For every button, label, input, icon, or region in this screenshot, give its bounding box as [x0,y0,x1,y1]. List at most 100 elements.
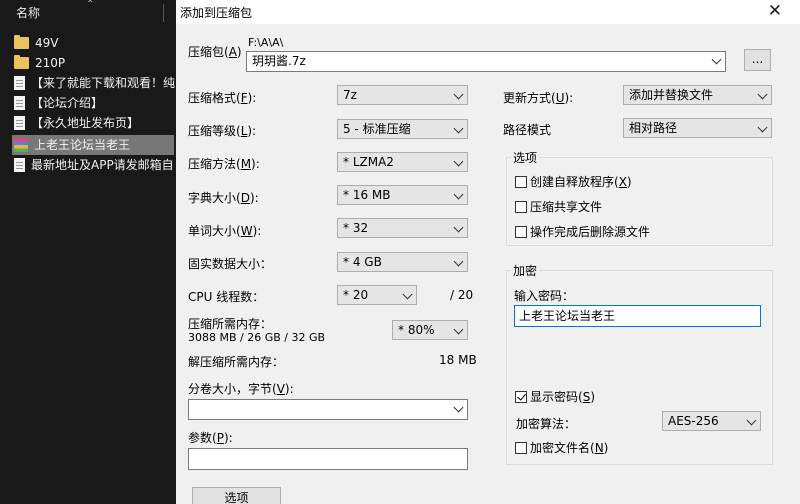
file-item[interactable]: 210P [14,53,176,73]
parameters-label: 参数(P): [188,431,233,445]
format-value: 7z [343,88,357,102]
checkbox-icon [515,442,527,454]
update-mode-value: 添加并替换文件 [629,88,714,102]
file-item-selected[interactable]: 上老王论坛当老王 [12,135,174,155]
checkbox-checked-icon [515,391,527,403]
options-group-title: 选项 [511,149,540,166]
word-size-select[interactable]: * 32 [337,218,468,238]
add-to-archive-dialog: 添加到压缩包 ✕ 压缩包(A) F:\A\A\ 玥玥酱.7z ... 压缩格式(… [176,0,800,504]
compress-shared-files-checkbox[interactable]: 压缩共享文件 [515,200,602,214]
close-icon[interactable]: ✕ [768,1,782,21]
chevron-down-icon [757,89,768,100]
file-item-label: 49V [35,36,59,50]
path-mode-label: 路径模式 [503,123,552,137]
checkbox-icon [515,176,527,188]
decompress-memory-value: 18 MB [439,353,477,367]
file-explorer-pane: 名称 ⌃ 49V 210P 【来了就能下载和观看！纯 【论坛介绍】 【永久地址发… [0,0,176,504]
parameters-input[interactable] [188,448,468,470]
chevron-down-icon [453,222,464,233]
cpu-threads-value: * 20 [343,288,369,302]
encrypt-file-names-checkbox[interactable]: 加密文件名(N) [515,441,608,455]
memory-usage-select[interactable]: * 80% [392,320,468,340]
memory-detail: 3088 MB / 26 GB / 32 GB [188,331,326,344]
file-item[interactable]: 【永久地址发布页】 [14,113,176,133]
file-item[interactable]: 最新地址及APP请发邮箱自 [14,155,176,175]
solid-block-size-value: * 4 GB [343,255,382,269]
chevron-down-icon [453,123,464,134]
chevron-down-icon [746,415,757,426]
chevron-down-icon [453,189,464,200]
options-button[interactable]: 选项 [192,487,281,504]
word-size-label: 单词大小(W): [188,224,262,238]
archive-label: 压缩包(A) [188,45,242,59]
word-size-value: * 32 [343,221,369,235]
chevron-down-icon [711,54,722,65]
delete-after-compression-checkbox[interactable]: 操作完成后删除源文件 [515,225,650,239]
name-column-header[interactable]: 名称 ⌃ [0,0,176,26]
encryption-group-title: 加密 [511,262,540,279]
update-mode-label: 更新方式(U): [503,91,574,105]
volume-size-label: 分卷大小，字节(V): [188,382,294,396]
file-item[interactable]: 49V [14,33,176,53]
rar-archive-icon [14,137,28,152]
chevron-down-icon [453,89,464,100]
format-label: 压缩格式(F): [188,91,257,105]
file-item-label: 最新地址及APP请发邮箱自 [31,158,174,172]
password-label: 输入密码： [514,289,575,303]
document-icon [14,75,25,90]
cpu-threads-label: CPU 线程数： [188,290,265,304]
chevron-down-icon [402,289,413,300]
dialog-title: 添加到压缩包 [180,6,253,20]
dialog-titlebar: 添加到压缩包 ✕ [176,0,800,24]
archive-name-combobox[interactable]: 玥玥酱.7z [246,51,726,72]
solid-block-size-label: 固实数据大小： [188,257,273,271]
dictionary-size-select[interactable]: * 16 MB [337,185,468,205]
level-select[interactable]: 5 - 标准压缩 [337,119,468,139]
browse-button[interactable]: ... [744,49,771,71]
document-icon [14,157,25,172]
document-icon [14,95,25,110]
checkbox-icon [515,226,527,238]
encryption-method-value: AES-256 [668,414,719,428]
show-password-checkbox[interactable]: 显示密码(S) [515,390,595,404]
path-mode-select[interactable]: 相对路径 [623,118,772,138]
memory-usage-value: * 80% [398,323,435,337]
cpu-threads-max: / 20 [450,288,474,302]
level-label: 压缩等级(L): [188,124,257,138]
document-icon [14,115,25,130]
solid-block-size-select[interactable]: * 4 GB [337,252,468,272]
method-select[interactable]: * LZMA2 [337,152,468,172]
file-item-label: 【永久地址发布页】 [31,116,140,130]
chevron-down-icon [453,256,464,267]
format-select[interactable]: 7z [337,85,468,105]
folder-icon [14,54,29,69]
path-mode-value: 相对路径 [629,121,678,135]
file-item[interactable]: 【论坛介绍】 [14,93,176,113]
chevron-down-icon [757,122,768,133]
file-item[interactable]: 【来了就能下载和观看！纯 [14,73,176,93]
decompress-memory-label: 解压缩所需内存： [188,355,285,369]
update-mode-select[interactable]: 添加并替换文件 [623,85,772,105]
file-item-label: 上老王论坛当老王 [34,138,131,152]
chevron-down-icon [453,324,464,335]
file-item-label: 【来了就能下载和观看！纯 [31,76,176,90]
column-header-label: 名称 [16,6,41,20]
dictionary-size-value: * 16 MB [343,188,391,202]
encryption-method-label: 加密算法： [516,417,577,431]
chevron-down-icon [453,402,464,413]
method-value: * LZMA2 [343,155,394,169]
column-divider[interactable] [163,4,164,22]
folder-icon [14,34,29,49]
file-item-label: 【论坛介绍】 [31,96,104,110]
file-item-label: 210P [35,56,66,70]
archive-path: F:\A\A\ [248,36,284,49]
create-sfx-checkbox[interactable]: 创建自释放程序(X) [515,175,632,189]
password-input[interactable]: 上老王论坛当老王 [514,305,761,327]
memory-label: 压缩所需内存： [188,317,273,331]
level-value: 5 - 标准压缩 [343,122,411,136]
volume-size-combobox[interactable] [188,399,468,420]
encryption-method-select[interactable]: AES-256 [662,411,761,431]
chevron-down-icon [453,156,464,167]
sort-ascending-icon: ⌃ [86,0,95,10]
cpu-threads-select[interactable]: * 20 [337,285,417,305]
